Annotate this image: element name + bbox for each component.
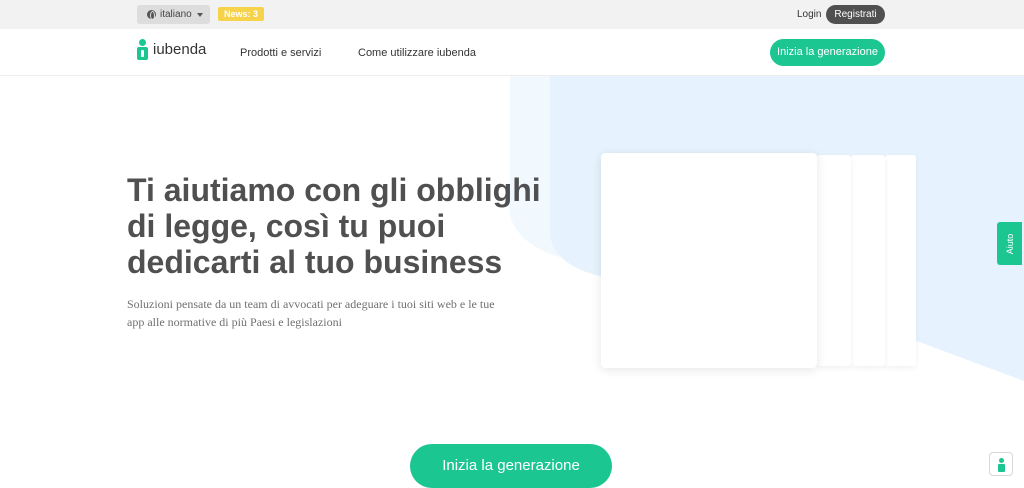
keyhole-logo-icon <box>137 39 148 60</box>
brand-name: iubenda <box>153 41 207 58</box>
document-card-back-3 <box>885 155 916 366</box>
navbar-cta-button[interactable]: Inizia la generazione <box>770 39 885 66</box>
brand-logo[interactable]: iubenda <box>137 39 206 60</box>
nav-item-prodotti[interactable]: Prodotti e servizi <box>240 47 321 59</box>
floating-help-button[interactable] <box>989 452 1013 476</box>
register-button[interactable]: Registrati <box>826 5 885 24</box>
hero-subtitle: Soluzioni pensate da un team di avvocati… <box>127 297 495 329</box>
chevron-down-icon <box>196 12 203 17</box>
document-card-main <box>601 153 817 368</box>
keyhole-icon-body <box>998 464 1005 472</box>
language-label: italiano <box>160 9 192 20</box>
nav-item-come-utilizzare[interactable]: Come utilizzare iubenda <box>358 47 476 59</box>
login-link[interactable]: Login <box>797 9 821 20</box>
document-card-back-2 <box>851 155 885 366</box>
hero-title: Ti aiutiamo con gli obblighi di legge, c… <box>127 172 541 280</box>
keyhole-icon <box>999 458 1004 463</box>
hero-cta-button[interactable]: Inizia la generazione <box>410 444 612 488</box>
help-side-tab[interactable]: Aiuto <box>997 222 1022 265</box>
document-card-back-1 <box>817 155 851 366</box>
top-utility-bar: italiano News: 3 Login Registrati <box>0 0 1024 29</box>
help-tab-label: Aiuto <box>1004 233 1015 254</box>
news-badge[interactable]: News: 3 <box>218 7 265 21</box>
globe-icon <box>147 10 156 20</box>
language-selector[interactable]: italiano <box>137 5 210 24</box>
